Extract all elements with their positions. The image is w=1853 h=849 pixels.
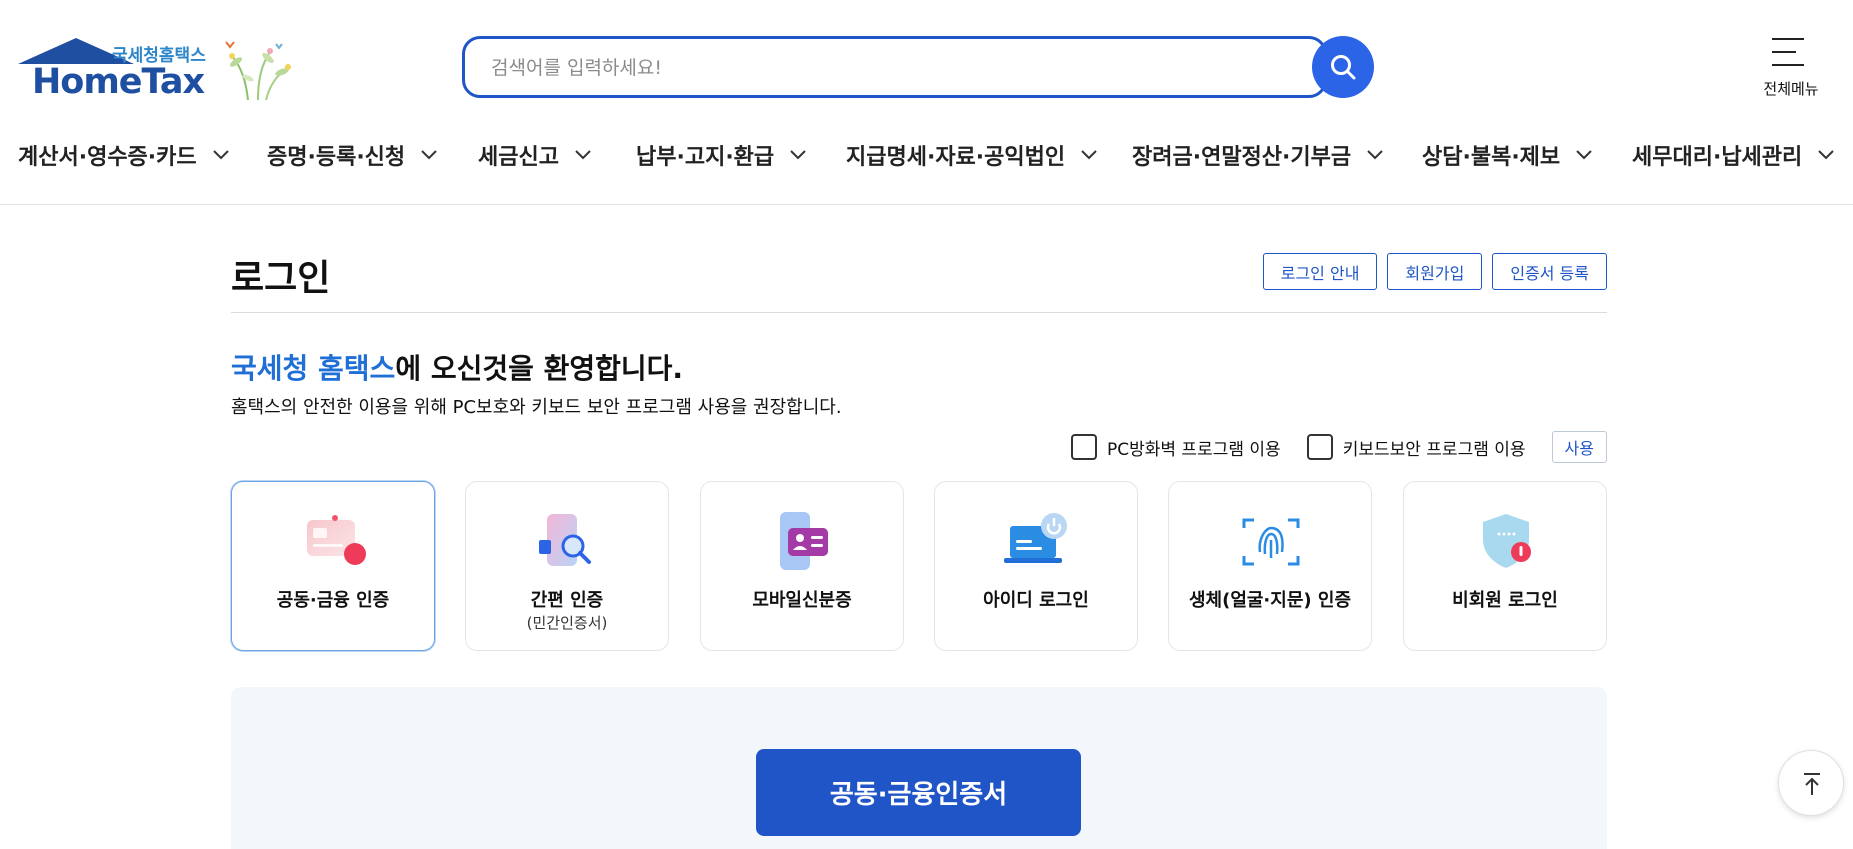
chevron-down-icon	[1818, 150, 1834, 160]
hamburger-icon	[1772, 36, 1810, 68]
method-label: 공동·금융 인증	[276, 590, 390, 611]
welcome-heading: 국세청 홈택스에 오신것을 환영합니다.	[231, 347, 683, 387]
nav-item-incentives[interactable]: 장려금·연말정산·기부금	[1132, 138, 1385, 172]
method-label: 생체(얼굴·지문) 인증	[1188, 590, 1352, 611]
nav-item-label: 지급명세·자료·공익법인	[846, 145, 1066, 170]
chevron-down-icon	[421, 150, 437, 160]
method-label: 모바일신분증	[752, 590, 852, 611]
nav-item-tax-filing[interactable]: 세금신고	[478, 138, 593, 172]
method-label: 아이디 로그인	[983, 590, 1089, 611]
chevron-down-icon	[1081, 150, 1097, 160]
firewall-option[interactable]: PC방화벽 프로그램 이용	[1070, 434, 1281, 460]
scroll-to-top-button[interactable]	[1778, 750, 1844, 816]
nav-item-payment[interactable]: 납부·고지·환급	[636, 138, 808, 172]
nav-item-certificates[interactable]: 증명·등록·신청	[267, 138, 439, 172]
simple-auth-icon	[539, 514, 591, 566]
use-button[interactable]: 사용	[1551, 431, 1607, 463]
laptop-power-icon	[1004, 513, 1067, 563]
logo-wordmark: HomeTax	[32, 62, 205, 102]
method-mobile-id[interactable]: 모바일신분증	[700, 481, 904, 651]
nav-item-label: 세무대리·납세관리	[1632, 145, 1803, 170]
hometax-logo[interactable]: 국세청홈택스 HomeTax	[18, 36, 291, 106]
chevron-down-icon	[1367, 150, 1383, 160]
login-method-list: 공동·금융 인증 간편 인증 (민간인증서) 모바일신분증 아이디 로그인 생체…	[231, 481, 1607, 651]
main-navigation: 계산서·영수증·카드 증명·등록·신청 세금신고 납부·고지·환급 지급명세·자…	[0, 138, 1853, 172]
page-title: 로그인	[231, 258, 331, 299]
method-non-member[interactable]: 비회원 로그인	[1403, 481, 1607, 651]
nav-item-invoices[interactable]: 계산서·영수증·카드	[18, 138, 231, 172]
divider	[231, 312, 1607, 313]
signup-button[interactable]: 회원가입	[1387, 253, 1483, 290]
all-menu-label: 전체메뉴	[1763, 80, 1819, 98]
title-actions: 로그인 안내 회원가입 인증서 등록	[1262, 253, 1607, 290]
plant-illustration-icon	[225, 41, 291, 101]
firewall-checkbox[interactable]	[1070, 434, 1097, 460]
keyboard-security-checkbox[interactable]	[1306, 434, 1333, 460]
nav-item-label: 납부·고지·환급	[636, 145, 775, 170]
welcome-accent: 국세청 홈택스	[231, 352, 396, 385]
mobile-id-icon	[780, 512, 828, 570]
welcome-text: 에 오신것을 환영합니다.	[395, 352, 684, 385]
shield-icon	[1483, 514, 1531, 568]
search-button[interactable]	[1312, 36, 1374, 98]
nav-item-consulting[interactable]: 상담·불복·제보	[1422, 138, 1594, 172]
nav-item-tax-agent[interactable]: 세무대리·납세관리	[1632, 138, 1836, 172]
security-notice: 홈택스의 안전한 이용을 위해 PC보호와 키보드 보안 프로그램 사용을 권장…	[231, 397, 842, 418]
joint-certificate-login-button[interactable]: 공동·금융인증서	[756, 749, 1081, 836]
method-label: 간편 인증	[530, 590, 604, 611]
certificate-card-icon	[307, 515, 366, 565]
nav-item-label: 세금신고	[478, 145, 559, 170]
fingerprint-icon	[1242, 518, 1300, 566]
nav-item-label: 증명·등록·신청	[267, 145, 406, 170]
nav-item-statements[interactable]: 지급명세·자료·공익법인	[846, 138, 1099, 172]
method-joint-certificate[interactable]: 공동·금융 인증	[231, 481, 435, 651]
method-sublabel: (민간인증서)	[526, 614, 608, 632]
method-biometric[interactable]: 생체(얼굴·지문) 인증	[1168, 481, 1372, 651]
arrow-up-icon	[1804, 773, 1820, 795]
site-header: 국세청홈택스 HomeTax 전체메	[0, 0, 1853, 205]
method-label: 비회원 로그인	[1452, 590, 1558, 611]
security-options: PC방화벽 프로그램 이용 키보드보안 프로그램 이용 사용	[1070, 431, 1607, 463]
chevron-down-icon	[575, 150, 591, 160]
chevron-down-icon	[212, 150, 229, 160]
login-guide-button[interactable]: 로그인 안내	[1262, 253, 1378, 290]
cert-register-button[interactable]: 인증서 등록	[1492, 253, 1607, 290]
search-input[interactable]	[491, 53, 1251, 83]
method-simple-auth[interactable]: 간편 인증 (민간인증서)	[465, 481, 669, 651]
firewall-label: PC방화벽 프로그램 이용	[1106, 439, 1281, 460]
method-id-login[interactable]: 아이디 로그인	[934, 481, 1138, 651]
chevron-down-icon	[1576, 150, 1592, 160]
search-box	[462, 36, 1327, 98]
keyboard-security-label: 키보드보안 프로그램 이용	[1342, 439, 1526, 460]
nav-item-label: 계산서·영수증·카드	[18, 145, 197, 170]
all-menu-button[interactable]: 전체메뉴	[1752, 36, 1830, 102]
chevron-down-icon	[790, 150, 806, 160]
keyboard-security-option[interactable]: 키보드보안 프로그램 이용	[1306, 434, 1526, 460]
nav-item-label: 상담·불복·제보	[1422, 145, 1561, 170]
certificate-login-panel: 공동·금융인증서	[231, 687, 1607, 849]
search-icon	[1331, 55, 1356, 80]
nav-item-label: 장려금·연말정산·기부금	[1132, 145, 1352, 170]
